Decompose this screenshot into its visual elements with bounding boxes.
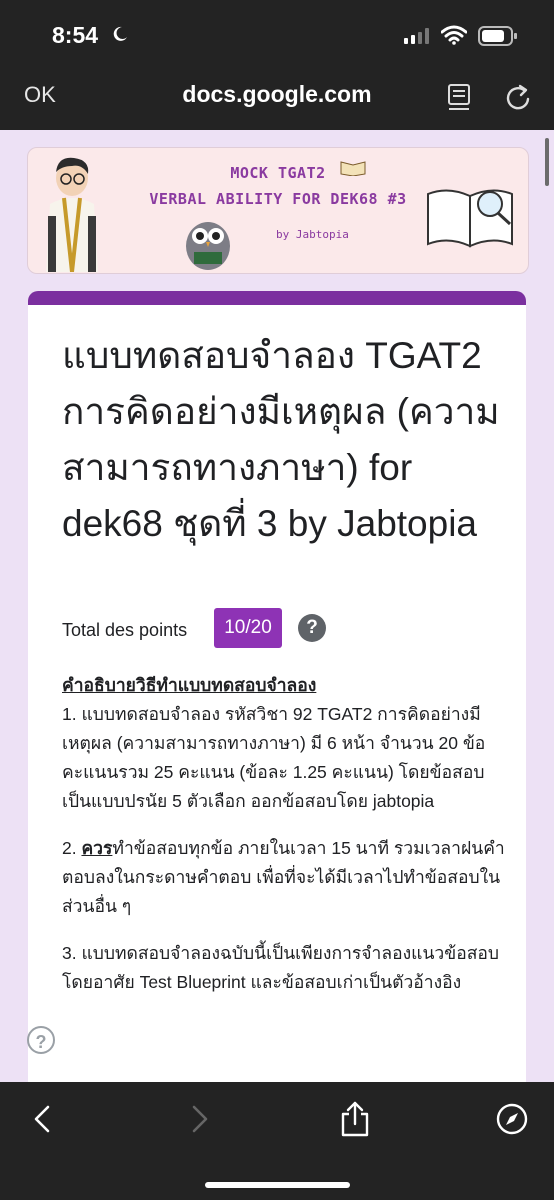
reader-view-icon[interactable] <box>447 82 473 112</box>
banner-title-line1: MOCK TGAT2 <box>230 164 326 182</box>
cellular-signal-icon <box>404 28 429 44</box>
banner-title-line2: VERBAL ABILITY FOR DEK68 #3 <box>149 190 407 208</box>
description-item-2: 2. ควรทำข้อสอบทุกข้อ ภายในเวลา 15 นาที ร… <box>62 834 512 921</box>
share-icon[interactable] <box>339 1100 371 1138</box>
battery-icon <box>478 26 517 46</box>
status-bar: 8:54 <box>0 0 554 70</box>
form-description: คำอธิบายวิธีทำแบบทดสอบจำลอง 1. แบบทดสอบจ… <box>62 671 512 1015</box>
description-item-1: 1. แบบทดสอบจำลอง รหัสวิชา 92 TGAT2 การคิ… <box>62 704 486 811</box>
help-icon[interactable]: ? <box>298 614 326 642</box>
compass-icon[interactable] <box>495 1102 529 1136</box>
wifi-icon <box>441 25 467 45</box>
forward-icon[interactable] <box>188 1104 212 1134</box>
floating-help-button[interactable]: ? <box>27 1026 55 1054</box>
score-badge: 10/20 <box>214 608 282 648</box>
page-title: แบบทดสอบจำลอง TGAT2 การคิดอย่างมีเหตุผล … <box>62 335 500 544</box>
home-indicator[interactable] <box>205 1182 350 1188</box>
banner-author: by Jabtopia <box>276 228 349 241</box>
card-accent-bar <box>28 291 526 305</box>
back-icon[interactable] <box>30 1104 54 1134</box>
form-title-card: แบบทดสอบจำลอง TGAT2 การคิดอย่างมีเหตุผล … <box>28 291 526 1091</box>
description-heading: คำอธิบายวิธีทำแบบทดสอบจำลอง <box>62 675 317 695</box>
description-heading-block: คำอธิบายวิธีทำแบบทดสอบจำลอง 1. แบบทดสอบจ… <box>62 671 512 816</box>
scrollbar[interactable] <box>545 138 549 186</box>
reload-icon[interactable] <box>503 80 533 114</box>
moon-icon <box>113 26 127 41</box>
item-2-text: ทำข้อสอบทุกข้อ ภายในเวลา 15 นาที รวมเวลา… <box>62 838 505 916</box>
item-2-emphasis: ควร <box>81 838 113 858</box>
form-header-banner: MOCK TGAT2 VERBAL ABILITY FOR DEK68 #3 b… <box>27 147 529 274</box>
total-points-label: Total des points <box>62 620 188 640</box>
description-item-3: 3. แบบทดสอบจำลองฉบับนี้เป็นเพียงการจำลอง… <box>62 943 500 992</box>
clock: 8:54 <box>52 22 99 48</box>
browser-address-bar: OK docs.google.com <box>0 70 554 130</box>
owl-illustration <box>186 222 230 270</box>
item-2-prefix: 2. <box>62 838 82 858</box>
